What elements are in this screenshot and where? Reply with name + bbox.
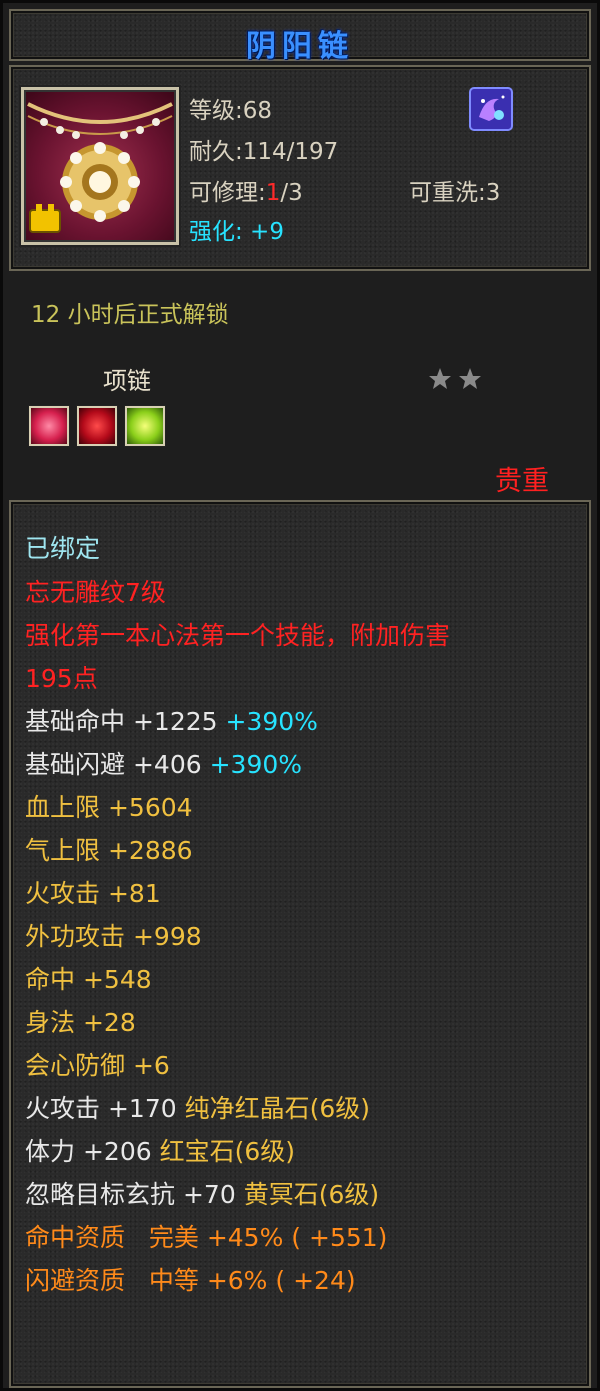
durability-stat: 耐久:114/197: [189, 132, 338, 166]
level-label: 等级: [189, 98, 235, 124]
repair-used: 1: [265, 180, 281, 206]
bound-status: 已绑定: [25, 534, 101, 563]
repair-total: /3: [280, 180, 303, 206]
hit-line: 命中 +548: [25, 965, 152, 995]
crit-defense-value: +6: [132, 1051, 170, 1080]
agility-line: 身法 +28: [25, 1008, 136, 1038]
gem3-value: +70: [182, 1180, 236, 1209]
gem-bonus-line-2: 体力 +206 红宝石(6级): [25, 1137, 295, 1167]
hp-label: 血上限: [25, 793, 101, 822]
external-attack-value: +998: [132, 922, 202, 951]
durability-label: 耐久: [189, 139, 235, 165]
skill-effect-line-2: 195点: [25, 664, 98, 693]
hp-value: +5604: [107, 793, 193, 822]
item-info-panel: 等级:68 耐久:114/197 可修理:1/3 可重洗:3 强化: +9: [9, 65, 591, 271]
item-name: 阴阳链: [246, 29, 354, 64]
rewash-label: 可重洗: [409, 180, 478, 206]
mp-value: +2886: [107, 836, 193, 865]
aptitude1-value: +45%: [206, 1223, 284, 1252]
mp-line: 气上限 +2886: [25, 836, 193, 866]
repair-sep: :: [258, 180, 266, 206]
hp-line: 血上限 +5604: [25, 793, 193, 823]
repair-label: 可修理: [189, 180, 258, 206]
external-attack-label: 外功攻击: [25, 922, 126, 951]
hit-base-line: 基础命中 +1225 +390%: [25, 707, 318, 737]
crit-defense-label: 会心防御: [25, 1051, 126, 1080]
star-icon: [429, 368, 451, 389]
aptitude2-grade: 中等: [148, 1266, 199, 1295]
rewash-value: :3: [478, 180, 501, 206]
rewash-stat: 可重洗:3: [409, 173, 500, 207]
aptitude2-extra: ( +24): [275, 1266, 356, 1295]
gem2-value: +206: [82, 1137, 152, 1166]
hit-value: +548: [82, 965, 152, 994]
class-emblem-icon: [469, 87, 513, 131]
dodge-base-label: 基础闪避: [25, 750, 126, 779]
aptitude-line-1: 命中资质 完美 +45% ( +551): [25, 1223, 387, 1253]
rarity-label: 贵重: [495, 466, 549, 497]
gem1-name: 纯净红晶石(6级): [184, 1094, 371, 1123]
hit-label: 命中: [25, 965, 76, 994]
item-type: 项链: [103, 367, 151, 395]
star-rating: [429, 368, 481, 389]
unlock-timer: 12 小时后正式解锁: [31, 302, 229, 328]
fire-attack-value: +81: [107, 879, 161, 908]
attributes-panel: 已绑定 忘无雕纹7级 强化第一本心法第一个技能，附加伤害 195点 基础命中 +…: [9, 500, 591, 1388]
aptitude2-label: 闪避资质: [25, 1266, 126, 1295]
enhance-stat: 强化: +9: [189, 212, 284, 246]
gem-bonus-line-3: 忽略目标玄抗 +70 黄冥石(6级): [25, 1180, 379, 1210]
external-attack-line: 外功攻击 +998: [25, 922, 202, 952]
necklace-item-icon: [21, 87, 179, 245]
gem-bonus-line-1: 火攻击 +170 纯净红晶石(6级): [25, 1094, 370, 1124]
gem2-name: 红宝石(6级): [159, 1137, 296, 1166]
aptitude1-extra: ( +551): [291, 1223, 388, 1252]
aptitude2-value: +6%: [206, 1266, 268, 1295]
dodge-base-line: 基础闪避 +406 +390%: [25, 750, 302, 780]
dodge-base-value: +406: [132, 750, 202, 779]
engrave-line: 忘无雕纹7级: [25, 578, 166, 607]
repair-stat: 可修理:1/3: [189, 173, 303, 207]
hit-base-label: 基础命中: [25, 707, 126, 736]
fire-attack-line: 火攻击 +81: [25, 879, 161, 909]
hit-base-bonus: +390%: [225, 707, 318, 736]
gem1-label: 火攻击: [25, 1094, 101, 1123]
title-bar: 阴阳链: [9, 9, 591, 64]
gem3-label: 忽略目标玄抗: [25, 1180, 176, 1209]
gem1-value: +170: [107, 1094, 177, 1123]
crimson-gem-icon[interactable]: [77, 406, 117, 446]
aptitude1-label: 命中资质: [25, 1223, 126, 1252]
agility-value: +28: [82, 1008, 136, 1037]
item-tooltip: 阴阳链 等级:68 耐久:114/197 可修理:1/3 可重洗:3 强化: +…: [0, 0, 600, 1391]
enhance-value: : +9: [235, 219, 284, 245]
dodge-base-bonus: +390%: [209, 750, 303, 779]
hit-base-value: +1225: [132, 707, 218, 736]
agility-label: 身法: [25, 1008, 76, 1037]
star-icon: [459, 368, 481, 389]
durability-value: :114/197: [235, 139, 339, 165]
crit-defense-line: 会心防御 +6: [25, 1051, 170, 1081]
red-gem-icon[interactable]: [29, 406, 69, 446]
gem2-label: 体力: [25, 1137, 76, 1166]
level-value: :68: [235, 98, 273, 124]
aptitude1-grade: 完美: [148, 1223, 199, 1252]
mp-label: 气上限: [25, 836, 101, 865]
enhance-label: 强化: [189, 219, 235, 245]
green-gem-icon[interactable]: [125, 406, 165, 446]
skill-effect-line-1: 强化第一本心法第一个技能，附加伤害: [25, 621, 451, 650]
fire-attack-label: 火攻击: [25, 879, 101, 908]
aptitude-line-2: 闪避资质 中等 +6% ( +24): [25, 1266, 356, 1296]
gem3-name: 黄冥石(6级): [243, 1180, 380, 1209]
level-stat: 等级:68: [189, 91, 272, 125]
